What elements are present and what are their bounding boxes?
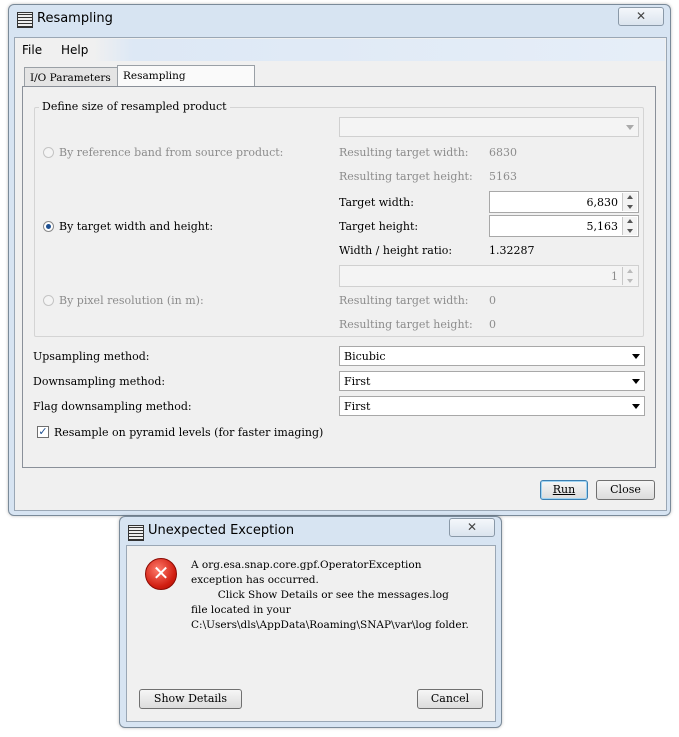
exception-dialog: Unexpected Exception ✕ ✕ A org.esa.snap.…	[119, 516, 502, 728]
reference-band-label: By reference band from source product:	[59, 146, 284, 159]
pix-res-height-value: 0	[489, 318, 496, 331]
ratio-value: 1.32287	[489, 244, 535, 257]
spinner-buttons	[622, 267, 637, 285]
menu-bar: File Help	[16, 39, 665, 61]
app-icon	[128, 525, 144, 541]
downsampling-value: First	[344, 375, 371, 388]
ref-res-height-value: 5163	[489, 170, 517, 183]
ref-res-height-label: Resulting target height:	[339, 170, 473, 183]
target-size-radio[interactable]	[43, 221, 54, 232]
pixel-resolution-spinner[interactable]: 1	[339, 265, 639, 287]
downsampling-select[interactable]: First	[339, 371, 645, 391]
reference-band-combo[interactable]	[339, 117, 639, 137]
ref-res-width-label: Resulting target width:	[339, 146, 469, 159]
target-width-spinner[interactable]: 6,830	[489, 191, 639, 213]
app-icon	[17, 12, 33, 28]
menu-help[interactable]: Help	[61, 43, 88, 57]
close-window-button[interactable]: ✕	[618, 7, 664, 26]
pix-res-width-label: Resulting target width:	[339, 294, 469, 307]
dialog-title: Unexpected Exception	[148, 523, 295, 538]
target-height-value: 5,163	[586, 220, 619, 233]
target-height-spinner[interactable]: 5,163	[489, 215, 639, 237]
tab-resampling-parameters[interactable]: Resampling Parameters	[117, 65, 255, 102]
run-button[interactable]: Run	[540, 480, 588, 500]
upsampling-label: Upsampling method:	[33, 350, 150, 363]
ref-res-width-value: 6830	[489, 146, 517, 159]
reference-band-radio[interactable]	[43, 147, 54, 158]
run-button-label: Run	[552, 483, 576, 496]
title-bar[interactable]: Resampling ✕	[9, 5, 670, 35]
radio-dot	[46, 224, 51, 229]
show-details-button[interactable]: Show Details	[139, 689, 242, 709]
error-message: A org.esa.snap.core.gpf.OperatorExceptio…	[191, 559, 469, 631]
target-width-label: Target width:	[339, 196, 414, 209]
arrow-up-icon	[627, 195, 633, 199]
upsampling-value: Bicubic	[344, 350, 386, 363]
target-size-label: By target width and height:	[59, 220, 214, 233]
menu-file[interactable]: File	[22, 43, 42, 57]
decrement-button[interactable]	[623, 202, 637, 211]
arrow-up-icon	[627, 269, 633, 273]
chevron-down-icon	[632, 354, 640, 359]
window-title: Resampling	[37, 11, 113, 26]
downsampling-label: Downsampling method:	[33, 375, 166, 388]
arrow-up-icon	[627, 219, 633, 223]
ratio-label: Width / height ratio:	[339, 244, 453, 257]
chevron-down-icon	[632, 404, 640, 409]
decrement-button[interactable]	[623, 226, 637, 235]
pixel-resolution-radio[interactable]	[43, 295, 54, 306]
pyramid-checkbox[interactable]: ✓	[37, 426, 49, 438]
arrow-down-icon	[627, 205, 633, 209]
close-button[interactable]: Close	[596, 480, 655, 500]
target-height-label: Target height:	[339, 220, 419, 233]
chevron-down-icon	[632, 379, 640, 384]
target-width-value: 6,830	[586, 196, 619, 209]
spinner-buttons	[622, 193, 637, 211]
flag-downsampling-label: Flag downsampling method:	[33, 400, 192, 413]
chevron-down-icon	[626, 125, 634, 130]
cancel-button[interactable]: Cancel	[417, 689, 483, 709]
group-title: Define size of resampled product	[39, 100, 230, 113]
tab-io-parameters[interactable]: I/O Parameters	[24, 67, 118, 87]
pyramid-checkbox-label: Resample on pyramid levels (for faster i…	[54, 426, 324, 439]
pix-res-height-label: Resulting target height:	[339, 318, 473, 331]
dialog-content: ✕ A org.esa.snap.core.gpf.OperatorExcept…	[126, 545, 496, 722]
flag-downsampling-value: First	[344, 400, 371, 413]
error-icon: ✕	[145, 558, 177, 590]
pix-res-width-value: 0	[489, 294, 496, 307]
pixel-resolution-label: By pixel resolution (in m):	[59, 294, 204, 307]
decrement-button[interactable]	[623, 276, 637, 285]
close-dialog-button[interactable]: ✕	[449, 518, 495, 537]
arrow-down-icon	[627, 279, 633, 283]
arrow-down-icon	[627, 229, 633, 233]
pixel-resolution-value: 1	[611, 270, 618, 283]
flag-downsampling-select[interactable]: First	[339, 396, 645, 416]
spinner-buttons	[622, 217, 637, 235]
upsampling-select[interactable]: Bicubic	[339, 346, 645, 366]
